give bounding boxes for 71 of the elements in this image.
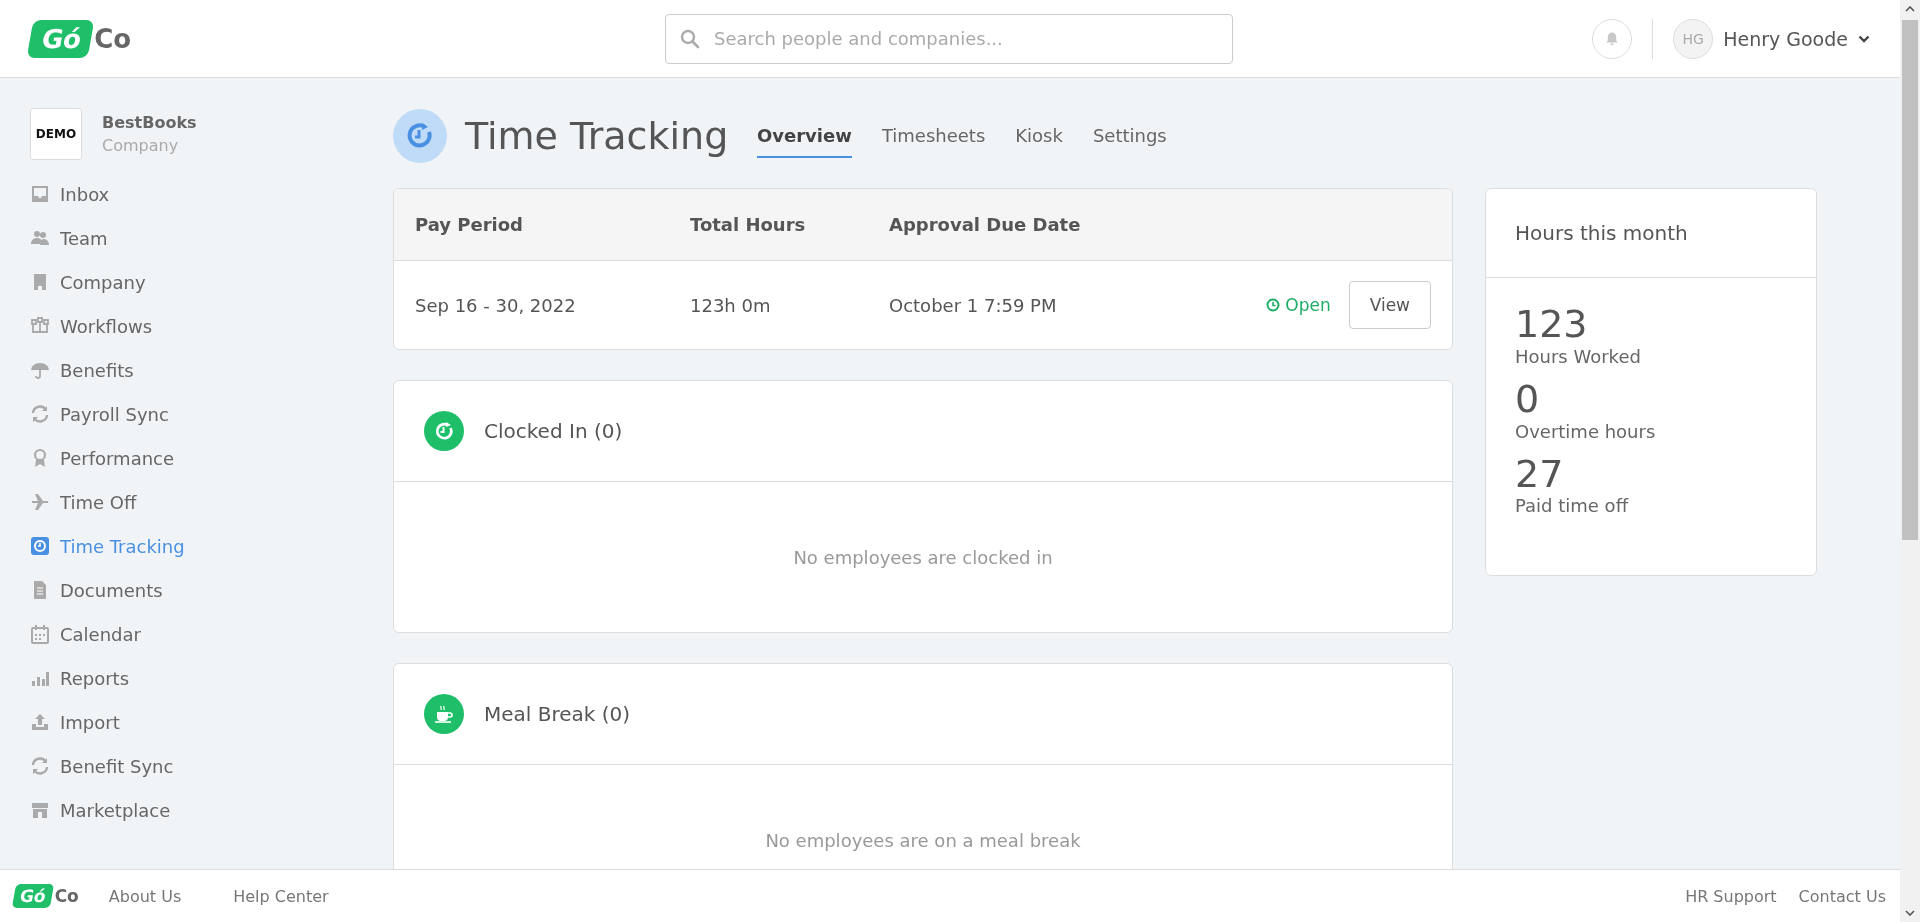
sidebar-item[interactable]: Import bbox=[30, 700, 393, 744]
sidebar-item[interactable]: Benefits bbox=[30, 348, 393, 392]
sidebar-item[interactable]: Calendar bbox=[30, 612, 393, 656]
sidebar-item[interactable]: Time Tracking bbox=[30, 524, 393, 568]
page-title: Time Tracking bbox=[465, 114, 730, 158]
sidebar-item[interactable]: Company bbox=[30, 260, 393, 304]
stat-label: Hours Worked bbox=[1515, 345, 1642, 367]
sidebar-item[interactable]: Workflows bbox=[30, 304, 393, 348]
stat-value: 123 bbox=[1515, 304, 1589, 346]
sidebar-item[interactable]: Benefit Sync bbox=[30, 744, 393, 788]
footer-link[interactable]: About Us bbox=[108, 886, 182, 906]
company-label: Company bbox=[102, 136, 180, 155]
footer-link[interactable]: Contact Us bbox=[1798, 886, 1886, 906]
workflow-icon bbox=[30, 316, 50, 336]
stat-value: 27 bbox=[1515, 453, 1565, 496]
scroll-up-icon[interactable] bbox=[1905, 6, 1915, 12]
sync-icon bbox=[30, 756, 50, 776]
sidebar-item[interactable]: Time Off bbox=[30, 480, 393, 524]
chevron-down-icon[interactable] bbox=[1858, 34, 1870, 43]
sidebar-item[interactable]: Reports bbox=[30, 656, 393, 700]
column-header: Pay Period bbox=[415, 214, 524, 235]
sidebar-item[interactable]: Team bbox=[30, 216, 393, 260]
clock-icon bbox=[30, 536, 50, 556]
clock-icon bbox=[393, 109, 447, 163]
sidebar-item[interactable]: Inbox bbox=[30, 172, 393, 216]
people-icon bbox=[30, 228, 50, 248]
sidebar-item[interactable]: Performance bbox=[30, 436, 393, 480]
upload-icon bbox=[30, 712, 50, 732]
footer-link[interactable]: Help Center bbox=[233, 886, 329, 906]
table-cell-text: 123h 0m bbox=[690, 294, 772, 316]
table-cell-text: Sep 16 - 30, 2022 bbox=[415, 294, 577, 316]
stat-label: Paid time off bbox=[1515, 495, 1630, 517]
sidebar-item[interactable]: Marketplace bbox=[30, 788, 393, 832]
store-icon bbox=[30, 800, 50, 820]
card-title: Hours this month bbox=[1515, 221, 1688, 245]
status-text: Open bbox=[1285, 295, 1331, 315]
company-name: BestBooks bbox=[102, 113, 197, 132]
tab[interactable]: Settings bbox=[1092, 114, 1167, 158]
user-menu[interactable]: Henry Goode bbox=[1723, 27, 1848, 50]
tab[interactable]: Timesheets bbox=[881, 114, 986, 158]
coffee-cup-icon bbox=[424, 694, 464, 734]
scrollbar[interactable] bbox=[1900, 0, 1920, 922]
logo-text[interactable]: Co bbox=[54, 886, 79, 906]
stat-value: 0 bbox=[1515, 378, 1541, 421]
clock-icon bbox=[1266, 298, 1281, 312]
scroll-down-icon[interactable] bbox=[1905, 910, 1915, 916]
tab[interactable]: Overview bbox=[757, 114, 852, 158]
column-header: Approval Due Date bbox=[889, 214, 1082, 235]
company-logo: DEMO bbox=[30, 108, 82, 160]
panel-title: Meal Break (0) bbox=[484, 702, 631, 726]
view-button[interactable]: View bbox=[1348, 281, 1431, 329]
empty-message: No employees are clocked in bbox=[793, 546, 1053, 568]
tab[interactable]: Kiosk bbox=[1015, 114, 1063, 158]
sidebar-item[interactable]: Documents bbox=[30, 568, 393, 612]
umbrella-icon bbox=[30, 360, 50, 380]
clock-icon bbox=[424, 411, 464, 451]
logo-text[interactable]: Co bbox=[94, 23, 132, 54]
empty-message: No employees are on a meal break bbox=[765, 829, 1081, 851]
sidebar-item[interactable]: Payroll Sync bbox=[30, 392, 393, 436]
table-cell-text: October 1 7:59 PM bbox=[889, 294, 1058, 316]
airplane-icon bbox=[30, 492, 50, 512]
column-header: Total Hours bbox=[690, 214, 807, 235]
sync-icon bbox=[30, 404, 50, 424]
footer-link[interactable]: HR Support bbox=[1685, 886, 1777, 906]
calendar-icon bbox=[30, 624, 50, 644]
panel-title: Clocked In (0) bbox=[484, 419, 623, 443]
stat-label: Overtime hours bbox=[1515, 420, 1657, 442]
search-field[interactable]: Search people and companies... bbox=[665, 13, 1233, 64]
bell-icon bbox=[1604, 30, 1621, 47]
inbox-icon bbox=[30, 184, 50, 204]
scrollbar-thumb[interactable] bbox=[1902, 20, 1918, 540]
